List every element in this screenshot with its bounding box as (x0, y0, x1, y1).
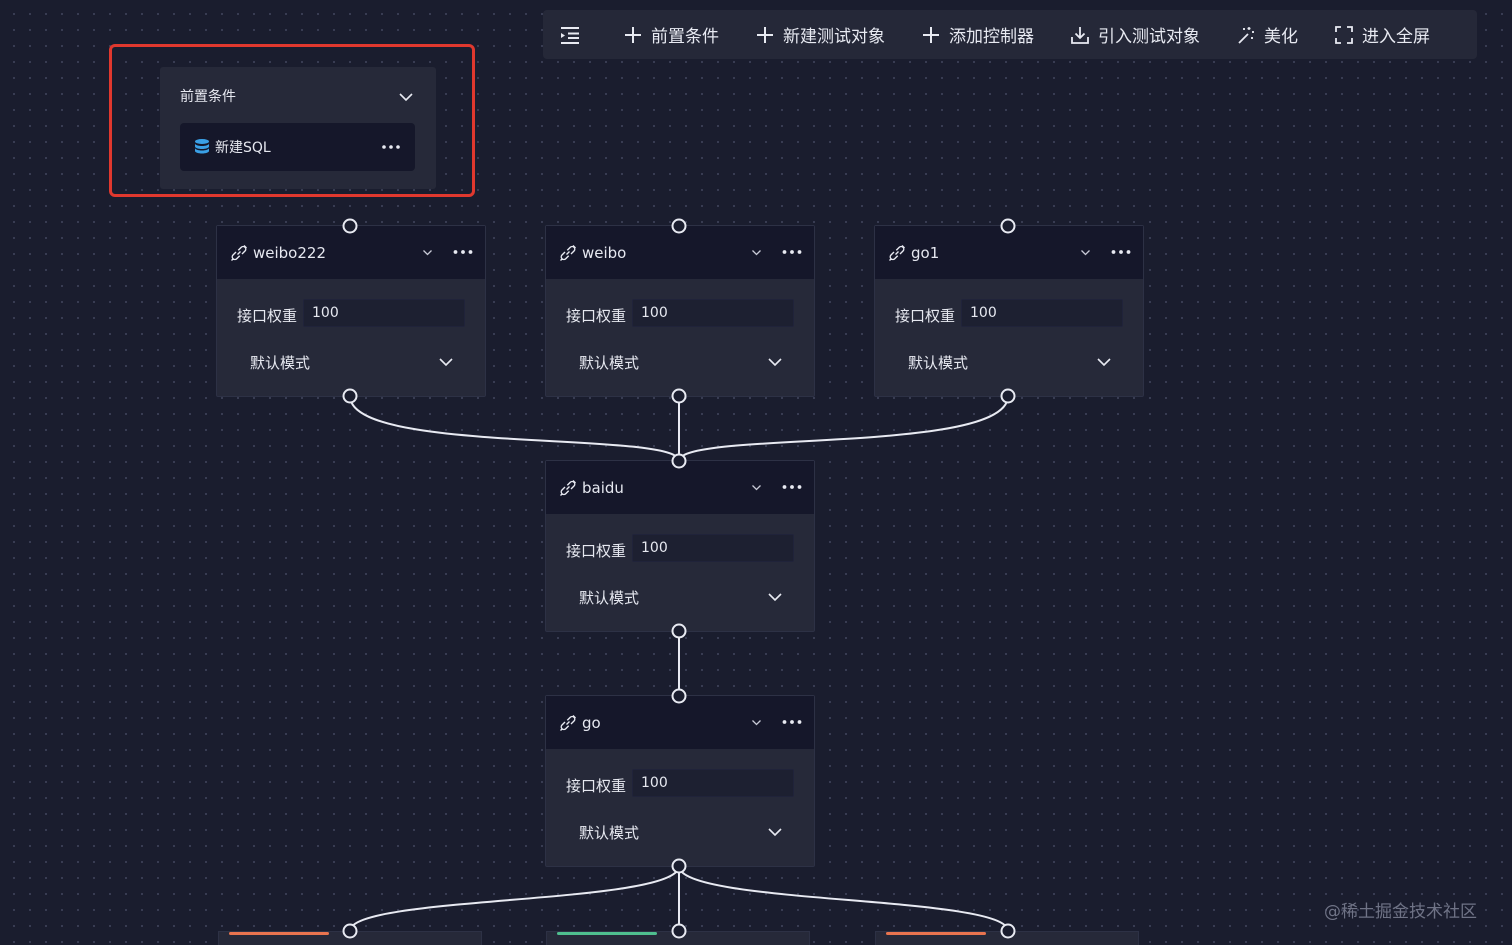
mode-select[interactable]: 默认模式 (908, 350, 1113, 374)
input-port[interactable] (1000, 218, 1016, 234)
node-title: weibo222 (253, 243, 326, 262)
more-dots-icon[interactable] (781, 243, 803, 261)
edge-go1-baidu (678, 395, 1009, 462)
plus-icon (625, 26, 641, 43)
node-go1[interactable]: go1 接口权重 默认模式 (874, 225, 1144, 397)
node-title: go (582, 713, 601, 732)
import-test-object-button[interactable]: 引入测试对象 (1070, 10, 1200, 59)
import-test-object-label: 引入测试对象 (1098, 27, 1200, 47)
node-weibo[interactable]: weibo 接口权重 默认模式 (545, 225, 815, 397)
output-port[interactable] (342, 388, 358, 404)
mode-select[interactable]: 默认模式 (579, 350, 784, 374)
weight-label: 接口权重 (566, 307, 627, 325)
add-precondition-label: 前置条件 (651, 27, 719, 47)
input-port[interactable] (671, 453, 687, 469)
outline-menu-icon (561, 26, 579, 44)
node-weibo222[interactable]: weibo222 接口权重 默认模式 (216, 225, 486, 397)
more-dots-icon[interactable] (1110, 243, 1132, 261)
add-controller-button[interactable]: 添加控制器 (921, 10, 1034, 59)
node-header[interactable]: go1 (875, 226, 1143, 279)
add-controller-label: 添加控制器 (949, 27, 1034, 47)
weight-label: 接口权重 (895, 307, 956, 325)
add-precondition-button[interactable]: 前置条件 (623, 10, 719, 59)
link-icon (231, 244, 247, 261)
input-port[interactable] (671, 923, 687, 939)
input-port[interactable] (671, 688, 687, 704)
input-port[interactable] (1000, 923, 1016, 939)
node-accent-bar (557, 932, 657, 935)
plus-icon (923, 26, 939, 43)
input-port[interactable] (342, 218, 358, 234)
chevron-down-icon[interactable] (751, 247, 762, 258)
weight-input[interactable] (632, 299, 794, 327)
node-accent-bar (229, 932, 329, 935)
magic-wand-icon (1238, 26, 1254, 44)
output-port[interactable] (1000, 388, 1016, 404)
weight-input[interactable] (961, 299, 1123, 327)
node-baidu[interactable]: baidu 接口权重 默认模式 (545, 460, 815, 632)
chevron-down-icon[interactable] (422, 247, 433, 258)
more-dots-icon[interactable] (781, 478, 803, 496)
output-port[interactable] (671, 623, 687, 639)
edge-go-child-left (349, 865, 680, 932)
node-go[interactable]: go 接口权重 默认模式 (545, 695, 815, 867)
node-title: go1 (911, 243, 940, 262)
link-icon (560, 714, 576, 731)
beautify-button[interactable]: 美化 (1236, 10, 1298, 59)
mode-select-value: 默认模式 (579, 824, 640, 842)
mode-select-value: 默认模式 (908, 354, 969, 372)
download-icon (1071, 26, 1089, 44)
chevron-down-icon (768, 828, 782, 837)
node-title: weibo (582, 243, 627, 262)
fullscreen-icon (1335, 25, 1353, 44)
mode-select-value: 默认模式 (250, 354, 311, 372)
link-icon (889, 244, 905, 261)
weight-input[interactable] (303, 299, 465, 327)
node-header[interactable]: weibo (546, 226, 814, 279)
fullscreen-label: 进入全屏 (1362, 27, 1430, 47)
more-dots-icon[interactable] (452, 243, 474, 261)
output-port[interactable] (671, 858, 687, 874)
node-accent-bar (886, 932, 986, 935)
beautify-label: 美化 (1264, 27, 1298, 47)
node-header[interactable]: baidu (546, 461, 814, 514)
chevron-down-icon[interactable] (1080, 247, 1091, 258)
chevron-down-icon (439, 358, 453, 367)
weight-label: 接口权重 (237, 307, 298, 325)
link-icon (560, 479, 576, 496)
input-port[interactable] (342, 923, 358, 939)
edge-go-child-right (678, 865, 1009, 932)
edge-weibo222-baidu (349, 395, 680, 462)
output-port[interactable] (671, 388, 687, 404)
weight-input[interactable] (632, 769, 794, 797)
plus-icon (757, 26, 773, 43)
node-header[interactable]: weibo222 (217, 226, 485, 279)
mode-select-value: 默认模式 (579, 589, 640, 607)
chevron-down-icon (1097, 358, 1111, 367)
chevron-down-icon[interactable] (751, 482, 762, 493)
flow-canvas[interactable]: 前置条件 新建测试对象 添加控制器 引入测试对象 美化 进入全屏 前置条件 新建… (0, 0, 1512, 945)
input-port[interactable] (671, 218, 687, 234)
more-dots-icon[interactable] (781, 713, 803, 731)
mode-select[interactable]: 默认模式 (250, 350, 455, 374)
fullscreen-button[interactable]: 进入全屏 (1334, 10, 1430, 59)
weight-input[interactable] (632, 534, 794, 562)
chevron-down-icon (768, 593, 782, 602)
weight-label: 接口权重 (566, 542, 627, 560)
mode-select[interactable]: 默认模式 (579, 820, 784, 844)
chevron-down-icon (768, 358, 782, 367)
highlight-box (109, 44, 475, 197)
mode-select[interactable]: 默认模式 (579, 585, 784, 609)
toolbar: 前置条件 新建测试对象 添加控制器 引入测试对象 美化 进入全屏 (543, 10, 1477, 59)
mode-select-value: 默认模式 (579, 354, 640, 372)
link-icon (560, 244, 576, 261)
chevron-down-icon[interactable] (751, 717, 762, 728)
new-test-object-button[interactable]: 新建测试对象 (755, 10, 885, 59)
new-test-object-label: 新建测试对象 (783, 27, 885, 47)
outline-menu-button[interactable] (559, 10, 581, 59)
node-title: baidu (582, 478, 624, 497)
watermark: @稀土掘金技术社区 (1324, 902, 1477, 922)
node-header[interactable]: go (546, 696, 814, 749)
weight-label: 接口权重 (566, 777, 627, 795)
